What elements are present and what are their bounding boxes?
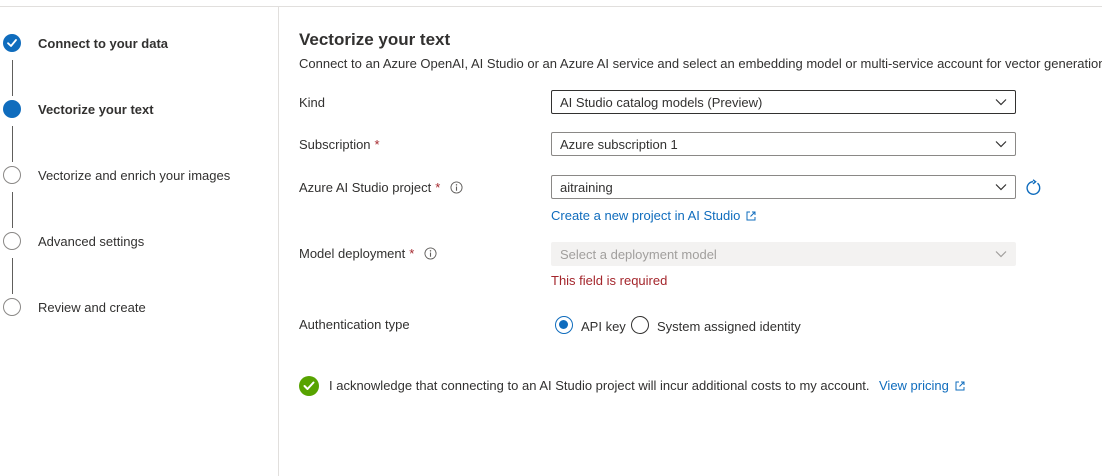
page-title: Vectorize your text	[299, 30, 451, 49]
project-label: Azure AI Studio project *	[299, 180, 463, 195]
step-connector	[12, 60, 13, 96]
acknowledge-checkbox[interactable]	[299, 376, 319, 396]
subscription-dropdown[interactable]: Azure subscription 1	[551, 132, 1016, 156]
step-vectorize-images[interactable]: Vectorize and enrich your images	[38, 168, 230, 183]
required-mark: *	[374, 137, 380, 152]
step-vectorize-your-text[interactable]: Vectorize your text	[38, 102, 154, 117]
info-icon[interactable]	[450, 181, 463, 194]
sidebar-divider	[278, 7, 279, 476]
radio-api-key-label[interactable]: API key	[581, 319, 626, 334]
create-project-link[interactable]: Create a new project in AI Studio	[551, 208, 756, 223]
radio-system-identity[interactable]	[631, 316, 649, 334]
refresh-icon[interactable]	[1024, 179, 1042, 197]
radio-system-identity-label[interactable]: System assigned identity	[657, 319, 801, 334]
create-project-link-text: Create a new project in AI Studio	[551, 208, 741, 223]
external-link-icon	[746, 211, 756, 220]
model-deployment-placeholder: Select a deployment model	[560, 247, 717, 262]
subscription-dropdown-value: Azure subscription 1	[560, 137, 678, 152]
kind-label-text: Kind	[299, 95, 326, 110]
step-connect-to-your-data[interactable]: Connect to your data	[38, 36, 168, 51]
subscription-label-text: Subscription	[299, 137, 371, 152]
auth-type-label: Authentication type	[299, 317, 410, 332]
step-pending-indicator-icon	[3, 166, 21, 184]
project-dropdown-value: aitraining	[560, 180, 613, 195]
check-icon	[303, 381, 315, 390]
step-current-indicator-icon	[3, 100, 21, 118]
step-pending-indicator-icon	[3, 298, 21, 316]
kind-label: Kind	[299, 95, 325, 110]
top-border	[0, 6, 1102, 7]
external-link-icon	[955, 381, 965, 390]
chevron-down-icon	[995, 184, 1007, 191]
auth-type-label-text: Authentication type	[299, 317, 410, 332]
info-icon[interactable]	[424, 247, 437, 260]
step-connector	[12, 258, 13, 294]
model-deployment-error: This field is required	[551, 273, 668, 288]
model-deployment-dropdown[interactable]: Select a deployment model	[551, 242, 1016, 266]
required-mark: *	[435, 180, 441, 195]
step-advanced-settings[interactable]: Advanced settings	[38, 234, 144, 249]
view-pricing-link-text: View pricing	[879, 378, 949, 393]
chevron-down-icon	[995, 141, 1007, 148]
project-label-text: Azure AI Studio project	[299, 180, 432, 195]
step-complete-check-icon	[3, 34, 21, 52]
subscription-label: Subscription *	[299, 137, 380, 152]
page-description: Connect to an Azure OpenAI, AI Studio or…	[299, 56, 1102, 71]
model-deployment-label: Model deployment *	[299, 246, 437, 261]
chevron-down-icon	[995, 99, 1007, 106]
step-review-and-create[interactable]: Review and create	[38, 300, 146, 315]
project-dropdown[interactable]: aitraining	[551, 175, 1016, 199]
step-connector	[12, 192, 13, 228]
acknowledge-text: I acknowledge that connecting to an AI S…	[329, 378, 870, 393]
step-pending-indicator-icon	[3, 232, 21, 250]
kind-dropdown-value: AI Studio catalog models (Preview)	[560, 95, 763, 110]
chevron-down-icon	[995, 251, 1007, 258]
kind-dropdown[interactable]: AI Studio catalog models (Preview)	[551, 90, 1016, 114]
view-pricing-link[interactable]: View pricing	[879, 378, 965, 393]
radio-api-key[interactable]	[555, 316, 573, 334]
step-connector	[12, 126, 13, 162]
required-mark: *	[409, 246, 415, 261]
model-deployment-label-text: Model deployment	[299, 246, 406, 261]
